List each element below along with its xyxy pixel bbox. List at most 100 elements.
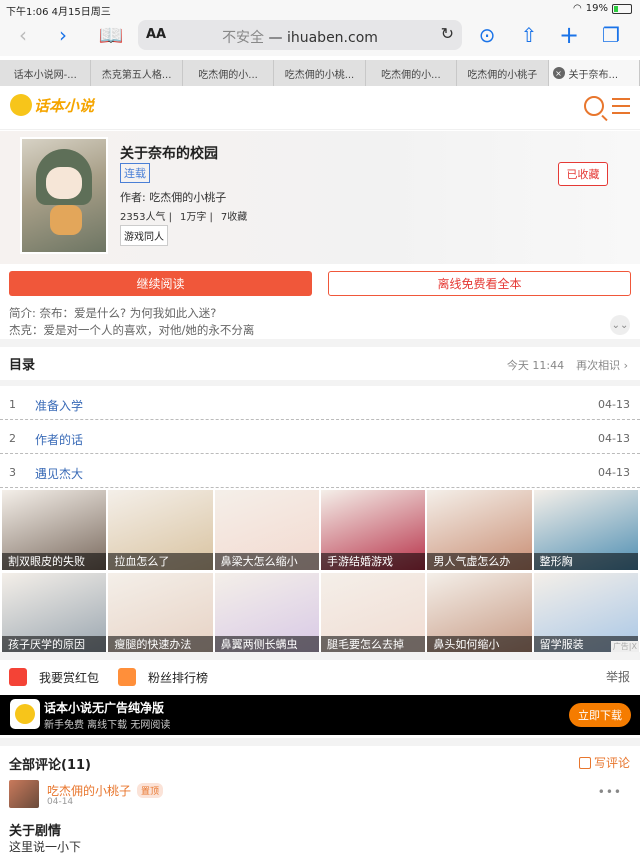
write-comment-button[interactable]: 写评论 (578, 754, 630, 771)
status-time: 下午1:06 4月15日周三 (6, 7, 111, 18)
action-links-row: 我要赏红包 粉丝排行榜 举报 (0, 660, 640, 692)
genre-tag[interactable]: 游戏同人 (120, 225, 168, 246)
ad-tile[interactable]: 腿毛要怎么去掉 (321, 573, 426, 653)
ad-tile[interactable]: 拉血怎么了 (108, 490, 213, 570)
browser-tab[interactable]: 杰克第五人格... (91, 60, 183, 86)
comment-date: 04-14 (47, 797, 74, 807)
forward-icon[interactable]: › (48, 20, 78, 50)
fan-ranking-link[interactable]: 粉丝排行榜 (118, 668, 208, 686)
ad-tile[interactable]: 手游结婚游戏 (321, 490, 426, 570)
comment-body: 这里说一小下 (9, 840, 82, 853)
ad-caption: 腿毛要怎么去掉 (321, 636, 426, 653)
ad-tile[interactable]: 男人气虚怎么办 (427, 490, 532, 570)
download-icon[interactable]: ⊙ (472, 20, 502, 50)
chapter-row[interactable]: 1 准备入学 04-13 (0, 386, 640, 420)
close-tab-icon[interactable]: × (552, 67, 565, 79)
ad-tile[interactable]: 鼻梁大怎么缩小 (214, 490, 319, 570)
book-info: 关于奈布的校园 连载 作者: 吃杰佣的小桃子 2353人气 | 1万字 | 7收… (0, 131, 640, 264)
chapter-number: 2 (9, 432, 16, 445)
ad-caption: 瘦腿的快速办法 (108, 636, 213, 653)
chapter-number: 3 (9, 466, 16, 479)
battery-percent: 19% (585, 3, 608, 14)
banner-subtitle: 新手免费 离线下载 无网阅读 (44, 720, 171, 731)
edit-icon (578, 756, 591, 769)
ad-close-label[interactable]: 广告|X (610, 641, 639, 652)
offline-free-read-button[interactable]: 离线免费看全本 (328, 271, 631, 296)
favorited-button[interactable]: 已收藏 (558, 162, 608, 186)
tab-strip: 话本小说网-... 杰克第五人格... 吃杰佣的小... 吃杰佣的小桃... 吃杰佣的小… (0, 60, 640, 86)
site-logo[interactable]: 话本小说 (10, 94, 94, 116)
continue-reading-button[interactable]: 继续阅读 (9, 271, 312, 296)
app-logo-icon (10, 699, 40, 729)
browser-toolbar: ‹ › 📖 AA 不安全 — ihuaben.com ↻ ⊙ ⇧ + ❐ (0, 18, 640, 56)
comments-title: 全部评论(11) (9, 758, 91, 773)
address-bar[interactable]: AA 不安全 — ihuaben.com ↻ (138, 20, 462, 50)
site-header: 话本小说 (0, 86, 640, 130)
serial-status-tag: 连载 (120, 163, 150, 183)
logo-face-icon (10, 94, 32, 116)
chapter-number: 1 (9, 398, 16, 411)
ad-caption: 割双眼皮的失败 (2, 553, 107, 570)
ad-caption: 整形胸 (533, 553, 638, 570)
toc-updated: 今天 11:44 (506, 359, 565, 372)
pinned-badge: 置顶 (137, 783, 164, 798)
chapter-row[interactable]: 3 遇见杰大 04-13 (0, 454, 640, 488)
chapter-title[interactable]: 准备入学 (35, 397, 83, 414)
ad-caption: 手游结婚游戏 (321, 553, 426, 570)
page: 下午1:06 4月15日周三 ◠ 19% ‹ › 📖 AA 不安全 — ihua… (0, 0, 640, 853)
chapter-date: 04-13 (598, 398, 630, 411)
toc-resume-link[interactable]: 再次相识 › (576, 357, 628, 373)
book-stats: 2353人气 | 1万字 | 7收藏 (120, 212, 248, 223)
ad-caption: 鼻翼两侧长螨虫 (214, 636, 319, 653)
chapter-row[interactable]: 2 作者的话 04-13 (0, 420, 640, 454)
battery-icon (612, 3, 632, 14)
expand-intro-icon[interactable]: ⌄⌄ (610, 315, 630, 335)
status-bar: 下午1:06 4月15日周三 ◠ 19% (0, 0, 640, 18)
reload-icon[interactable]: ↻ (441, 24, 454, 43)
ad-grid: 割双眼皮的失败 拉血怎么了 鼻梁大怎么缩小 手游结婚游戏 男人气虚怎么办 整形胸孩子厌学的… (0, 490, 640, 653)
comment-title: 关于剧情 (9, 824, 62, 839)
red-packet-icon (9, 668, 27, 686)
book-author[interactable]: 作者: 吃杰佣的小桃子 (120, 189, 226, 205)
chapter-title[interactable]: 作者的话 (35, 431, 83, 448)
menu-icon[interactable] (612, 98, 630, 119)
url-text: 不安全 — ihuaben.com (222, 30, 378, 46)
bookmarks-icon[interactable]: 📖 (96, 20, 126, 50)
ad-caption: 拉血怎么了 (108, 553, 213, 570)
ad-tile[interactable]: 鼻翼两侧长螨虫 (214, 573, 319, 653)
divider (0, 738, 640, 746)
new-tab-icon[interactable]: + (554, 20, 584, 50)
browser-tab[interactable]: 吃杰佣的小... (366, 60, 458, 86)
chapter-date: 04-13 (598, 432, 630, 445)
book-title: 关于奈布的校园 (120, 146, 218, 162)
search-icon[interactable] (584, 96, 604, 116)
ad-tile[interactable]: 鼻头如何缩小 (427, 573, 532, 653)
avatar[interactable] (9, 780, 39, 808)
wifi-icon: ◠ (573, 3, 582, 14)
report-link[interactable]: 举报 (606, 668, 630, 685)
tabs-overview-icon[interactable]: ❐ (596, 20, 626, 50)
browser-tab[interactable]: × 关于奈布... (548, 60, 640, 86)
share-icon[interactable]: ⇧ (514, 20, 544, 50)
download-now-button[interactable]: 立即下载 (569, 703, 631, 727)
ad-tile[interactable]: 割双眼皮的失败 (2, 490, 107, 570)
back-icon[interactable]: ‹ (8, 20, 38, 50)
divider (0, 652, 640, 660)
ad-tile[interactable]: 孩子厌学的原因 (2, 573, 107, 653)
browser-tab[interactable]: 吃杰佣的小桃... (274, 60, 366, 86)
banner-title: 话本小说无广告纯净版 (44, 701, 165, 715)
chapter-title[interactable]: 遇见杰大 (35, 465, 83, 482)
more-options-icon[interactable]: ••• (598, 785, 622, 799)
toc-title: 目录 (9, 358, 36, 373)
ad-tile[interactable]: 整形胸 (533, 490, 638, 570)
browser-tab[interactable]: 话本小说网-... (0, 60, 92, 86)
ad-tile[interactable]: 瘦腿的快速办法 (108, 573, 213, 653)
app-download-banner: 话本小说无广告纯净版 新手免费 离线下载 无网阅读 立即下载 (0, 695, 640, 735)
divider (0, 339, 640, 347)
chapter-date: 04-13 (598, 466, 630, 479)
browser-tab[interactable]: 吃杰佣的小桃子 (457, 60, 549, 86)
ranking-icon (118, 668, 136, 686)
ad-caption: 男人气虚怎么办 (427, 553, 532, 570)
browser-tab[interactable]: 吃杰佣的小... (183, 60, 275, 86)
reward-link[interactable]: 我要赏红包 (9, 668, 99, 686)
